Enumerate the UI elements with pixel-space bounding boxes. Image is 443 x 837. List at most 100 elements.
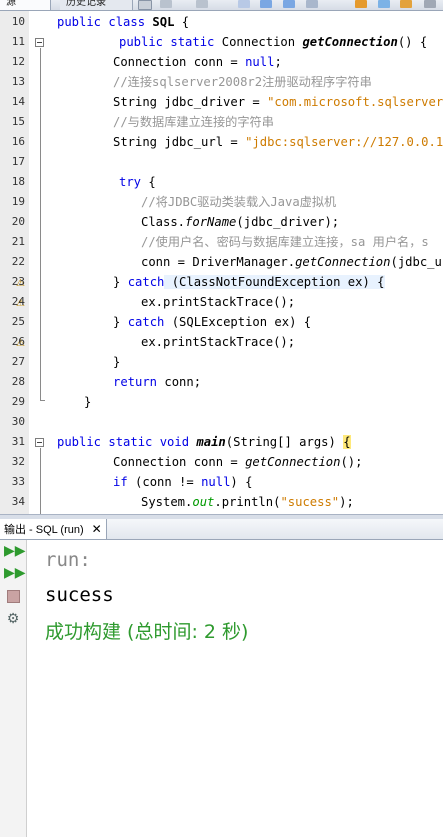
output-side-toolbar: ▶▶ ▶▶ ⚙ <box>0 540 27 837</box>
code-token: null <box>201 475 231 489</box>
code-line: 26 ex.printStackTrace(); <box>0 332 443 352</box>
code-token: System. <box>141 495 193 509</box>
code-line: 23 } catch (ClassNotFoundException ex) { <box>0 272 443 292</box>
shift-line-icon[interactable] <box>424 0 436 8</box>
code-editor[interactable]: ⚠ ⚠ ⚠ 10 public class SQL { 11 public st… <box>0 11 443 514</box>
tab-source-label: 源 <box>6 0 16 8</box>
close-icon[interactable]: ✕ <box>92 522 102 536</box>
code-token: public static void <box>57 435 197 449</box>
method-name: forName <box>185 215 237 229</box>
line-number: 22 <box>11 255 25 268</box>
code-token: ; <box>274 55 282 69</box>
code-token: } <box>113 355 121 369</box>
code-token: (); <box>340 455 363 469</box>
line-number: 17 <box>11 155 25 168</box>
code-token: } <box>113 315 128 329</box>
code-line: 33 if (conn != null) { <box>0 472 443 492</box>
find-next-icon[interactable] <box>283 0 295 8</box>
code-comment: //连接sqlserver2008r2注册驱动程序字符串 <box>113 75 372 89</box>
code-token: conn = DriverManager. <box>141 255 296 269</box>
tab-history[interactable]: 历史记录 <box>60 0 133 10</box>
code-line: 31 public static void main(String[] args… <box>0 432 443 452</box>
toggle-bookmark-icon[interactable] <box>355 0 367 8</box>
line-number: 32 <box>11 455 25 468</box>
code-line: 34 System.out.println("sucess"); <box>0 492 443 512</box>
field-name: out <box>192 495 215 509</box>
next-bookmark-icon[interactable] <box>400 0 412 8</box>
code-token: ex.printStackTrace(); <box>141 335 296 349</box>
code-line: 16 String jdbc_url = "jdbc:sqlserver://1… <box>0 132 443 152</box>
matched-brace: { <box>343 435 351 449</box>
code-token: public static <box>119 35 222 49</box>
line-number: 20 <box>11 215 25 228</box>
code-line: 11 public static Connection getConnectio… <box>0 32 443 52</box>
line-number: 30 <box>11 415 25 428</box>
rerun-icon[interactable]: ▶▶ <box>4 542 26 560</box>
code-token: Connection conn = <box>113 455 246 469</box>
line-number: 10 <box>11 15 25 28</box>
code-comment: //使用户名、密码与数据库建立连接，sa 用户名，s <box>141 235 429 249</box>
code-token: public class <box>57 15 153 29</box>
line-number: 34 <box>11 495 25 508</box>
line-number: 14 <box>11 95 25 108</box>
line-number: 25 <box>11 315 25 328</box>
code-token: String jdbc_driver = <box>113 95 268 109</box>
find-previous-icon[interactable] <box>260 0 272 8</box>
code-token: null <box>245 55 275 69</box>
rerun-with-params-icon[interactable]: ▶▶ <box>4 564 26 582</box>
code-token: String jdbc_url = <box>113 135 246 149</box>
code-line: 19 //将JDBC驱动类装载入Java虚拟机 <box>0 192 443 212</box>
code-token: (ClassNotFoundException ex) { <box>164 275 385 289</box>
code-line: 24 ex.printStackTrace(); <box>0 292 443 312</box>
output-build-line: 成功构建 (总时间: 2 秒) <box>45 621 249 643</box>
code-line: 27 } <box>0 352 443 372</box>
code-comment: //将JDBC驱动类装载入Java虚拟机 <box>141 195 337 209</box>
code-token: { <box>174 15 190 29</box>
code-line: 14 String jdbc_driver = "com.microsoft.s… <box>0 92 443 112</box>
method-name: getConnection <box>295 255 391 269</box>
output-tab-label: 输出 - SQL (run) <box>4 524 84 536</box>
code-token: } <box>84 395 92 409</box>
line-number: 29 <box>11 395 25 408</box>
back-icon[interactable] <box>160 0 172 8</box>
search-icon[interactable] <box>238 0 250 8</box>
code-token: return <box>113 375 158 389</box>
editor-toolbar: 源 历史记录 <box>0 0 443 11</box>
class-name: SQL <box>152 15 175 29</box>
code-line: 29 } <box>0 392 443 412</box>
method-name: getConnection <box>245 455 341 469</box>
code-line: 15 //与数据库建立连接的字符串 <box>0 112 443 132</box>
output-tab[interactable]: 输出 - SQL (run) ✕ <box>0 519 107 539</box>
tab-source[interactable]: 源 <box>0 0 51 10</box>
code-line: 12 Connection conn = null; <box>0 52 443 72</box>
string-literal: "com.microsoft.sqlserver.j <box>267 95 443 109</box>
line-number: 18 <box>11 175 25 188</box>
line-number: 31 <box>11 435 25 448</box>
settings-icon[interactable]: ⚙ <box>4 610 22 628</box>
code-line: 21 //使用户名、密码与数据库建立连接，sa 用户名，s <box>0 232 443 252</box>
line-number: 26 <box>11 335 25 348</box>
method-name: main <box>196 435 226 449</box>
line-number: 21 <box>11 235 25 248</box>
line-number: 33 <box>11 475 25 488</box>
code-token: Connection conn = <box>113 55 246 69</box>
stop-icon[interactable] <box>4 587 22 605</box>
code-line: 10 public class SQL { <box>0 12 443 32</box>
code-token: ); <box>339 495 354 509</box>
code-token: (jdbc_url <box>390 255 443 269</box>
code-token: ) { <box>230 475 253 489</box>
line-number: 12 <box>11 55 25 68</box>
code-token: Connection <box>221 35 303 49</box>
prev-bookmark-icon[interactable] <box>378 0 390 8</box>
output-result-line: sucess <box>45 584 114 606</box>
forward-icon[interactable] <box>196 0 208 8</box>
code-token: ex.printStackTrace(); <box>141 295 296 309</box>
toggle-highlight-icon[interactable] <box>306 0 318 8</box>
output-tab-bar: 输出 - SQL (run) ✕ <box>0 519 443 540</box>
string-literal: "sucess" <box>280 495 340 509</box>
tab-history-label: 历史记录 <box>66 0 106 8</box>
last-edit-icon[interactable] <box>138 0 152 10</box>
code-token: } <box>113 275 128 289</box>
output-run-line: run: <box>45 549 91 571</box>
line-number: 13 <box>11 75 25 88</box>
